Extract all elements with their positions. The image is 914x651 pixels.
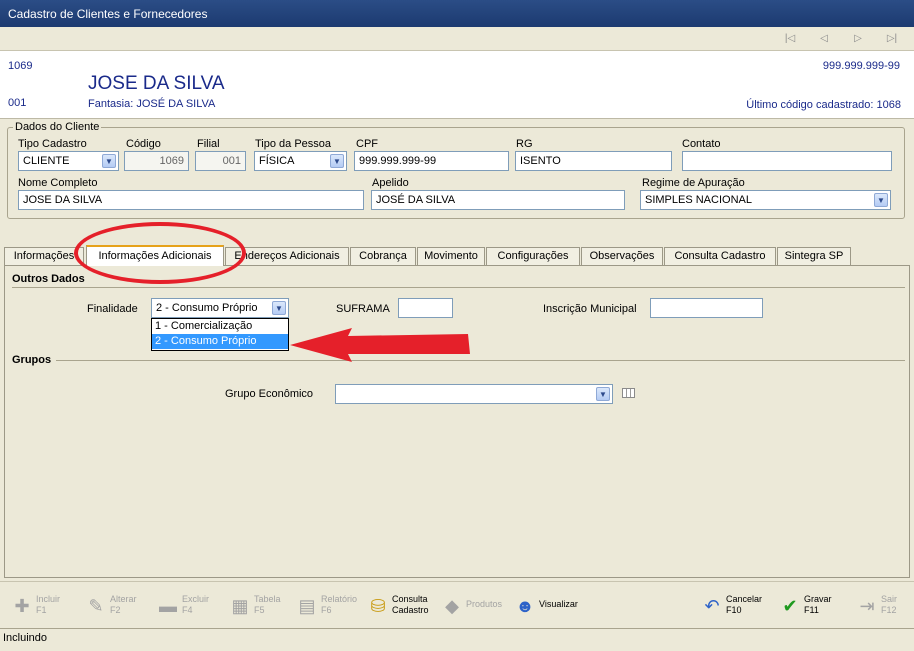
header-filial: 001 [8, 97, 27, 109]
apelido-field[interactable]: JOSÉ DA SILVA [371, 190, 625, 210]
regime-value: SIMPLES NACIONAL [645, 194, 752, 206]
prev-record-icon[interactable]: ◁ [816, 31, 832, 47]
inscricao-municipal-field[interactable] [650, 298, 763, 318]
header-nome: JOSE DA SILVA [88, 73, 225, 94]
chevron-down-icon[interactable]: ▼ [330, 154, 344, 168]
nome-completo-field[interactable]: JOSE DA SILVA [18, 190, 364, 210]
record-header: 1069 001 JOSE DA SILVA Fantasia: JOSÉ DA… [0, 51, 914, 119]
tipo-pessoa-select[interactable]: FÍSICA ▼ [254, 151, 347, 171]
nome-completo-label: Nome Completo [18, 177, 98, 189]
database-search-icon: ⛁ [370, 596, 386, 616]
alterar-button[interactable]: ✎ Alterar F2 [84, 592, 144, 620]
tipo-pessoa-label: Tipo da Pessoa [255, 138, 332, 150]
inscricao-municipal-label: Inscrição Municipal [543, 303, 637, 315]
tab-observacoes[interactable]: Observações [581, 247, 663, 265]
relatorio-button[interactable]: ▤ Relatório F6 [295, 592, 360, 620]
filial-label: Filial [197, 138, 220, 150]
produtos-button[interactable]: ◆ Produtos [440, 592, 510, 620]
table-icon: ▦ [231, 596, 249, 616]
minus-icon: ▬ [159, 596, 177, 616]
chevron-down-icon[interactable]: ▼ [102, 154, 116, 168]
contato-field[interactable] [682, 151, 892, 171]
report-icon: ▤ [298, 596, 316, 616]
undo-icon: ↶ [704, 596, 720, 616]
record-nav-bar: |◁ ◁ ▷ ▷| [0, 27, 914, 51]
rg-label: RG [516, 138, 533, 150]
outros-dados-title: Outros Dados [12, 273, 85, 285]
consulta-cadastro-button[interactable]: ⛁ Consulta Cadastro [366, 592, 436, 620]
tab-sintegra-sp[interactable]: Sintegra SP [777, 247, 851, 265]
chevron-down-icon[interactable]: ▼ [596, 387, 610, 401]
header-ultimo-codigo: Último código cadastrado: 1068 [746, 99, 901, 111]
user-icon: ☻ [515, 596, 535, 616]
sair-button[interactable]: ⇥ Sair F12 [855, 592, 910, 620]
grupo-economico-label: Grupo Econômico [225, 388, 314, 400]
incluir-button[interactable]: ✚ Incluir F1 [10, 592, 70, 620]
exit-door-icon: ⇥ [859, 596, 875, 616]
header-fantasia: Fantasia: JOSÉ DA SILVA [88, 98, 215, 110]
first-record-icon[interactable]: |◁ [782, 31, 798, 47]
highlight-arrow-icon [290, 328, 470, 362]
gravar-button[interactable]: ✔ Gravar F11 [778, 592, 843, 620]
cpf-field[interactable]: 999.999.999-99 [354, 151, 509, 171]
finalidade-dropdown-list: 1 - Comercialização 2 - Consumo Próprio [151, 318, 289, 351]
chevron-down-icon[interactable]: ▼ [272, 301, 286, 315]
contato-label: Contato [682, 138, 721, 150]
visualizar-button[interactable]: ☻ Visualizar [513, 592, 588, 620]
last-record-icon[interactable]: ▷| [884, 31, 900, 47]
next-record-icon[interactable]: ▷ [850, 31, 866, 47]
tab-informacoes[interactable]: Informações [4, 247, 84, 265]
pencil-icon: ✎ [88, 596, 104, 616]
header-codigo: 1069 [8, 60, 33, 72]
suframa-label: SUFRAMA [336, 303, 390, 315]
cpf-label: CPF [356, 138, 378, 150]
checkmark-icon: ✔ [782, 596, 798, 616]
tab-cobranca[interactable]: Cobrança [350, 247, 416, 265]
apelido-label: Apelido [372, 177, 409, 189]
box-icon: ◆ [445, 596, 459, 616]
codigo-label: Código [126, 138, 161, 150]
dados-cliente-legend: Dados do Cliente [13, 121, 102, 133]
finalidade-option-comercializacao[interactable]: 1 - Comercialização [152, 319, 288, 334]
tab-movimento[interactable]: Movimento [417, 247, 485, 265]
tipo-pessoa-value: FÍSICA [259, 155, 295, 167]
filial-field[interactable]: 001 [195, 151, 246, 171]
cancelar-button[interactable]: ↶ Cancelar F10 [700, 592, 770, 620]
fantasia-label: Fantasia: [88, 98, 134, 110]
fantasia-value: JOSÉ DA SILVA [136, 98, 216, 110]
tabela-button[interactable]: ▦ Tabela F5 [228, 592, 288, 620]
grupo-economico-select[interactable]: ▼ [335, 384, 613, 404]
header-cpf: 999.999.999-99 [822, 60, 900, 72]
finalidade-select[interactable]: 2 - Consumo Próprio ▼ [151, 298, 289, 318]
regime-select[interactable]: SIMPLES NACIONAL ▼ [640, 190, 891, 210]
action-toolbar: ✚ Incluir F1 ✎ Alterar F2 ▬ Excluir F4 ▦… [0, 581, 914, 627]
tab-configuracoes[interactable]: Configurações [486, 247, 580, 265]
outros-dados-divider [12, 287, 905, 288]
grupos-divider [56, 360, 905, 361]
status-bar: Incluindo [0, 628, 914, 651]
highlight-ellipse [74, 222, 246, 284]
rg-field[interactable]: ISENTO [515, 151, 672, 171]
finalidade-value: 2 - Consumo Próprio [156, 302, 258, 314]
finalidade-option-consumo-proprio[interactable]: 2 - Consumo Próprio [152, 334, 288, 349]
window-title: Cadastro de Clientes e Fornecedores [0, 0, 914, 27]
codigo-field[interactable]: 1069 [124, 151, 189, 171]
regime-label: Regime de Apuração [642, 177, 745, 189]
chevron-down-icon[interactable]: ▼ [874, 193, 888, 207]
finalidade-label: Finalidade [87, 303, 138, 315]
suframa-field[interactable] [398, 298, 453, 318]
plus-icon: ✚ [14, 596, 30, 616]
tipo-cadastro-select[interactable]: CLIENTE ▼ [18, 151, 119, 171]
excluir-button[interactable]: ▬ Excluir F4 [156, 592, 216, 620]
grid-lookup-icon[interactable] [622, 388, 635, 398]
tipo-cadastro-label: Tipo Cadastro [18, 138, 87, 150]
grupos-title: Grupos [12, 354, 52, 366]
tipo-cadastro-value: CLIENTE [23, 155, 70, 167]
tab-panel-informacoes-adicionais [4, 265, 910, 578]
tab-consulta-cadastro[interactable]: Consulta Cadastro [664, 247, 776, 265]
